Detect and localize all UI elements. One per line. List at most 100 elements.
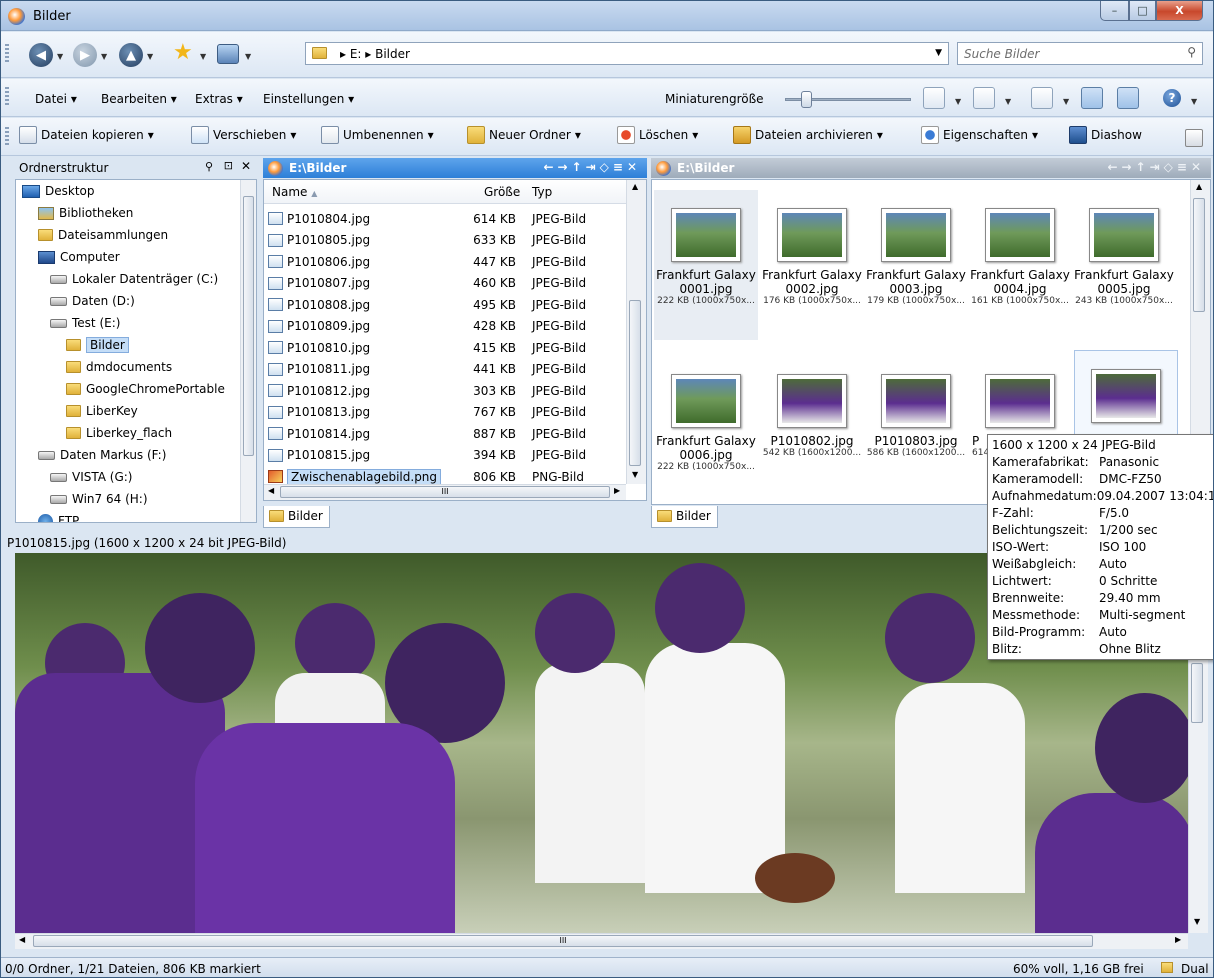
col-type[interactable]: Typ [532, 185, 552, 199]
layout-button[interactable] [1031, 87, 1053, 109]
favorites-star-icon[interactable]: ★ [173, 40, 193, 65]
network-icon[interactable] [217, 44, 239, 64]
copy-files-button[interactable]: Dateien kopieren ▾ [19, 126, 154, 144]
search-icon[interactable]: ⚲ [1187, 45, 1196, 59]
preview-hscroll-thumb[interactable]: III [33, 935, 1093, 947]
minimize-button[interactable]: – [1100, 1, 1129, 21]
tree-item[interactable]: VISTA (G:) [50, 467, 133, 487]
preview-pane-button[interactable] [1117, 87, 1139, 109]
left-panel-header[interactable]: E:\Bilder ←→↑⇥◇≡✕ [263, 158, 647, 178]
thumbnail-item[interactable]: Frankfurt Galaxy 0003.jpg 179 KB (1000x750… [864, 190, 968, 306]
thumbnail-item[interactable]: Frankfurt Galaxy 0006.jpg 222 KB (1000x750… [654, 356, 758, 472]
slideshow-button[interactable]: Diashow [1069, 126, 1142, 144]
thumbnail-item[interactable]: Frankfurt Galaxy 0004.jpg 161 KB (1000x750… [968, 190, 1072, 306]
single-pane-button[interactable] [1081, 87, 1103, 109]
scroll-down-icon[interactable]: ▼ [1194, 917, 1200, 926]
col-name[interactable]: Name ▲ [272, 185, 317, 199]
thumbnail-item[interactable]: Frankfurt Galaxy 0002.jpg 176 KB (1000x750… [760, 190, 864, 306]
thumbs-vscroll-thumb[interactable] [1193, 198, 1205, 312]
overflow-icon[interactable] [1185, 129, 1203, 147]
preview-hscroll[interactable]: ◀ III ▶ [15, 933, 1188, 949]
scroll-right-icon[interactable]: ▶ [1175, 935, 1181, 944]
file-row[interactable]: P1010805.jpg 633 KB JPEG-Bild [268, 230, 628, 251]
back-dropdown-icon[interactable]: ▼ [57, 52, 63, 61]
file-row[interactable]: P1010812.jpg 303 KB JPEG-Bild [268, 380, 628, 401]
menu-einstellungen[interactable]: Einstellungen ▾ [263, 92, 354, 106]
file-row[interactable]: P1010808.jpg 495 KB JPEG-Bild [268, 294, 628, 315]
tree-item[interactable]: FTP [38, 511, 79, 522]
tree-close-icon[interactable]: ✕ [241, 159, 251, 173]
scroll-left-icon[interactable]: ◀ [19, 935, 25, 944]
back-button[interactable]: ◀ [29, 43, 53, 67]
right-tab-bilder[interactable]: Bilder [651, 506, 718, 528]
scroll-up-icon[interactable]: ▲ [632, 182, 638, 191]
list-vscroll-thumb[interactable] [629, 300, 641, 466]
tree-item[interactable]: dmdocuments [66, 357, 172, 377]
maximize-button[interactable]: □ [1129, 1, 1156, 21]
right-panel-header[interactable]: E:\Bilder ←→↑⇥◇≡✕ [651, 158, 1211, 178]
status-mode[interactable]: Dual [1181, 962, 1209, 976]
preview-vscroll-thumb[interactable] [1191, 663, 1203, 723]
thumbnail-item[interactable]: Frankfurt Galaxy 0005.jpg 243 KB (1000x750… [1072, 190, 1176, 306]
new-folder-button[interactable]: Neuer Ordner ▾ [467, 126, 581, 144]
command-grip[interactable] [5, 127, 9, 147]
address-field[interactable]: ▸ E: ▸ Bilder ▼ [305, 42, 949, 65]
edit-button[interactable] [973, 87, 995, 109]
tree-item[interactable]: Daten Markus (F:) [38, 445, 166, 465]
edit-dropdown-icon[interactable]: ▼ [1005, 97, 1011, 106]
favorites-dropdown-icon[interactable]: ▼ [200, 52, 206, 61]
file-row[interactable]: P1010809.jpg 428 KB JPEG-Bild [268, 316, 628, 337]
file-row[interactable]: P1010813.jpg 767 KB JPEG-Bild [268, 402, 628, 423]
file-row[interactable]: P1010815.jpg 394 KB JPEG-Bild [268, 445, 628, 466]
scroll-down-icon[interactable]: ▼ [632, 470, 638, 479]
close-button[interactable]: X [1156, 1, 1203, 21]
menu-grip[interactable] [5, 87, 9, 107]
tree-item[interactable]: Dateisammlungen [38, 225, 168, 245]
tree-item[interactable]: Win7 64 (H:) [50, 489, 148, 509]
list-hscroll[interactable]: ◀ III ▶ [264, 484, 626, 500]
scroll-up-icon[interactable]: ▲ [1196, 182, 1202, 191]
tree-item[interactable]: Test (E:) [50, 313, 120, 333]
menu-datei[interactable]: Datei ▾ [35, 92, 77, 106]
file-row[interactable]: P1010811.jpg 441 KB JPEG-Bild [268, 359, 628, 380]
left-tab-bilder[interactable]: Bilder [263, 506, 330, 528]
search-input[interactable]: Suche Bilder ⚲ [957, 42, 1203, 65]
file-row[interactable]: P1010814.jpg 887 KB JPEG-Bild [268, 423, 628, 444]
tree-item[interactable]: Lokaler Datenträger (C:) [50, 269, 218, 289]
tree-vscroll-thumb[interactable] [243, 196, 254, 456]
delete-button[interactable]: Löschen ▾ [617, 126, 698, 144]
file-row[interactable]: P1010806.jpg 447 KB JPEG-Bild [268, 251, 628, 272]
title-bar[interactable]: Bilder – □ X [1, 1, 1213, 31]
archive-button[interactable]: Dateien archivieren ▾ [733, 126, 883, 144]
list-vscroll[interactable]: ▲ ▼ [626, 180, 646, 484]
tree-item[interactable]: Desktop [22, 181, 95, 201]
file-row[interactable]: P1010804.jpg 614 KB JPEG-Bild [268, 208, 628, 229]
menu-bearbeiten[interactable]: Bearbeiten ▾ [101, 92, 177, 106]
panel-nav-icons[interactable]: ←→↑⇥◇≡✕ [543, 160, 641, 174]
thumbnail-item[interactable]: Frankfurt Galaxy 0001.jpg 222 KB (1000x750… [654, 190, 758, 340]
up-dropdown-icon[interactable]: ▼ [147, 52, 153, 61]
forward-button[interactable]: ▶ [73, 43, 97, 67]
scroll-left-icon[interactable]: ◀ [268, 486, 274, 495]
tree-search-icon[interactable]: ⚲ [205, 160, 213, 173]
col-size[interactable]: Größe [484, 185, 520, 199]
scroll-right-icon[interactable]: ▶ [614, 486, 620, 495]
view-details-button[interactable] [923, 87, 945, 109]
thumb-size-slider[interactable] [785, 91, 911, 108]
forward-dropdown-icon[interactable]: ▼ [101, 52, 107, 61]
network-dropdown-icon[interactable]: ▼ [245, 52, 251, 61]
address-dropdown-icon[interactable]: ▼ [935, 48, 942, 58]
panel-nav-icons[interactable]: ←→↑⇥◇≡✕ [1107, 160, 1205, 174]
toolbar-grip[interactable] [5, 44, 9, 64]
tree-item[interactable]: Bibliotheken [38, 203, 133, 223]
view-dropdown-icon[interactable]: ▼ [955, 97, 961, 106]
help-dropdown-icon[interactable]: ▼ [1191, 97, 1197, 106]
tree-item[interactable]: Daten (D:) [50, 291, 135, 311]
thumbnail-item[interactable]: P1010803.jpg 586 KB (1600x1200... [864, 356, 968, 458]
tree-item[interactable]: LiberKey [66, 401, 138, 421]
layout-dropdown-icon[interactable]: ▼ [1063, 97, 1069, 106]
tree-item[interactable]: Liberkey_flach [66, 423, 172, 443]
file-row[interactable]: P1010810.jpg 415 KB JPEG-Bild [268, 337, 628, 358]
list-hscroll-thumb[interactable]: III [280, 486, 610, 498]
up-button[interactable]: ▲ [119, 43, 143, 67]
